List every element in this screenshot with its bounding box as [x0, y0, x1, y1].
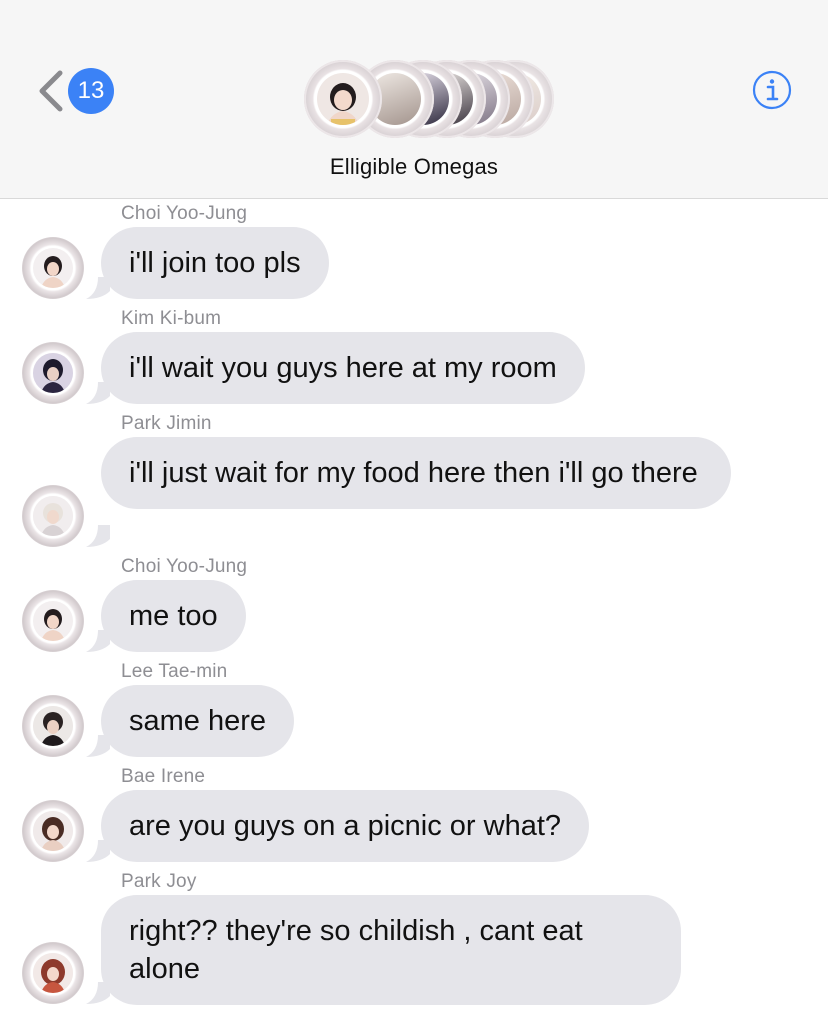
chevron-left-icon	[39, 70, 63, 112]
sender-name: Lee Tae-min	[121, 661, 228, 682]
message-bubble[interactable]: are you guys on a picnic or what?	[101, 790, 590, 862]
sender-name: Choi Yoo-Jung	[121, 556, 248, 577]
back-button[interactable]: 13	[36, 66, 114, 116]
group-member-avatar	[304, 60, 382, 138]
sender-avatar[interactable]	[22, 590, 84, 652]
bubble-tail	[86, 525, 110, 547]
sender-name: Choi Yoo-Jung	[121, 203, 248, 224]
info-button[interactable]	[752, 70, 792, 110]
sender-avatar[interactable]	[22, 942, 84, 1004]
sender-avatar[interactable]	[22, 695, 84, 757]
message-bubble[interactable]: i'll just wait for my food here then i'l…	[101, 437, 731, 509]
sender-avatar[interactable]	[22, 342, 84, 404]
unread-count-badge: 13	[68, 68, 114, 114]
sender-name: Kim Ki-bum	[121, 308, 222, 329]
message-bubble[interactable]: i'll wait you guys here at my room	[101, 332, 585, 404]
sender-name: Park Joy	[121, 871, 197, 892]
group-name-title[interactable]: Elligible Omegas	[0, 154, 828, 180]
message-bubble[interactable]: same here	[101, 685, 295, 757]
sender-name: Bae Irene	[121, 766, 206, 787]
message-bubble[interactable]: right?? they're so childish , cant eat a…	[101, 895, 681, 1005]
info-icon	[752, 70, 792, 110]
group-avatar-stack[interactable]	[304, 60, 554, 140]
message-bubble[interactable]: i'll join too pls	[101, 227, 329, 299]
sender-avatar[interactable]	[22, 800, 84, 862]
conversation-header: 13 Elligible Omegas	[0, 0, 828, 199]
message-bubble[interactable]: me too	[101, 580, 246, 652]
sender-name: Park Jimin	[121, 413, 212, 434]
sender-avatar[interactable]	[22, 485, 84, 547]
sender-avatar[interactable]	[22, 237, 84, 299]
